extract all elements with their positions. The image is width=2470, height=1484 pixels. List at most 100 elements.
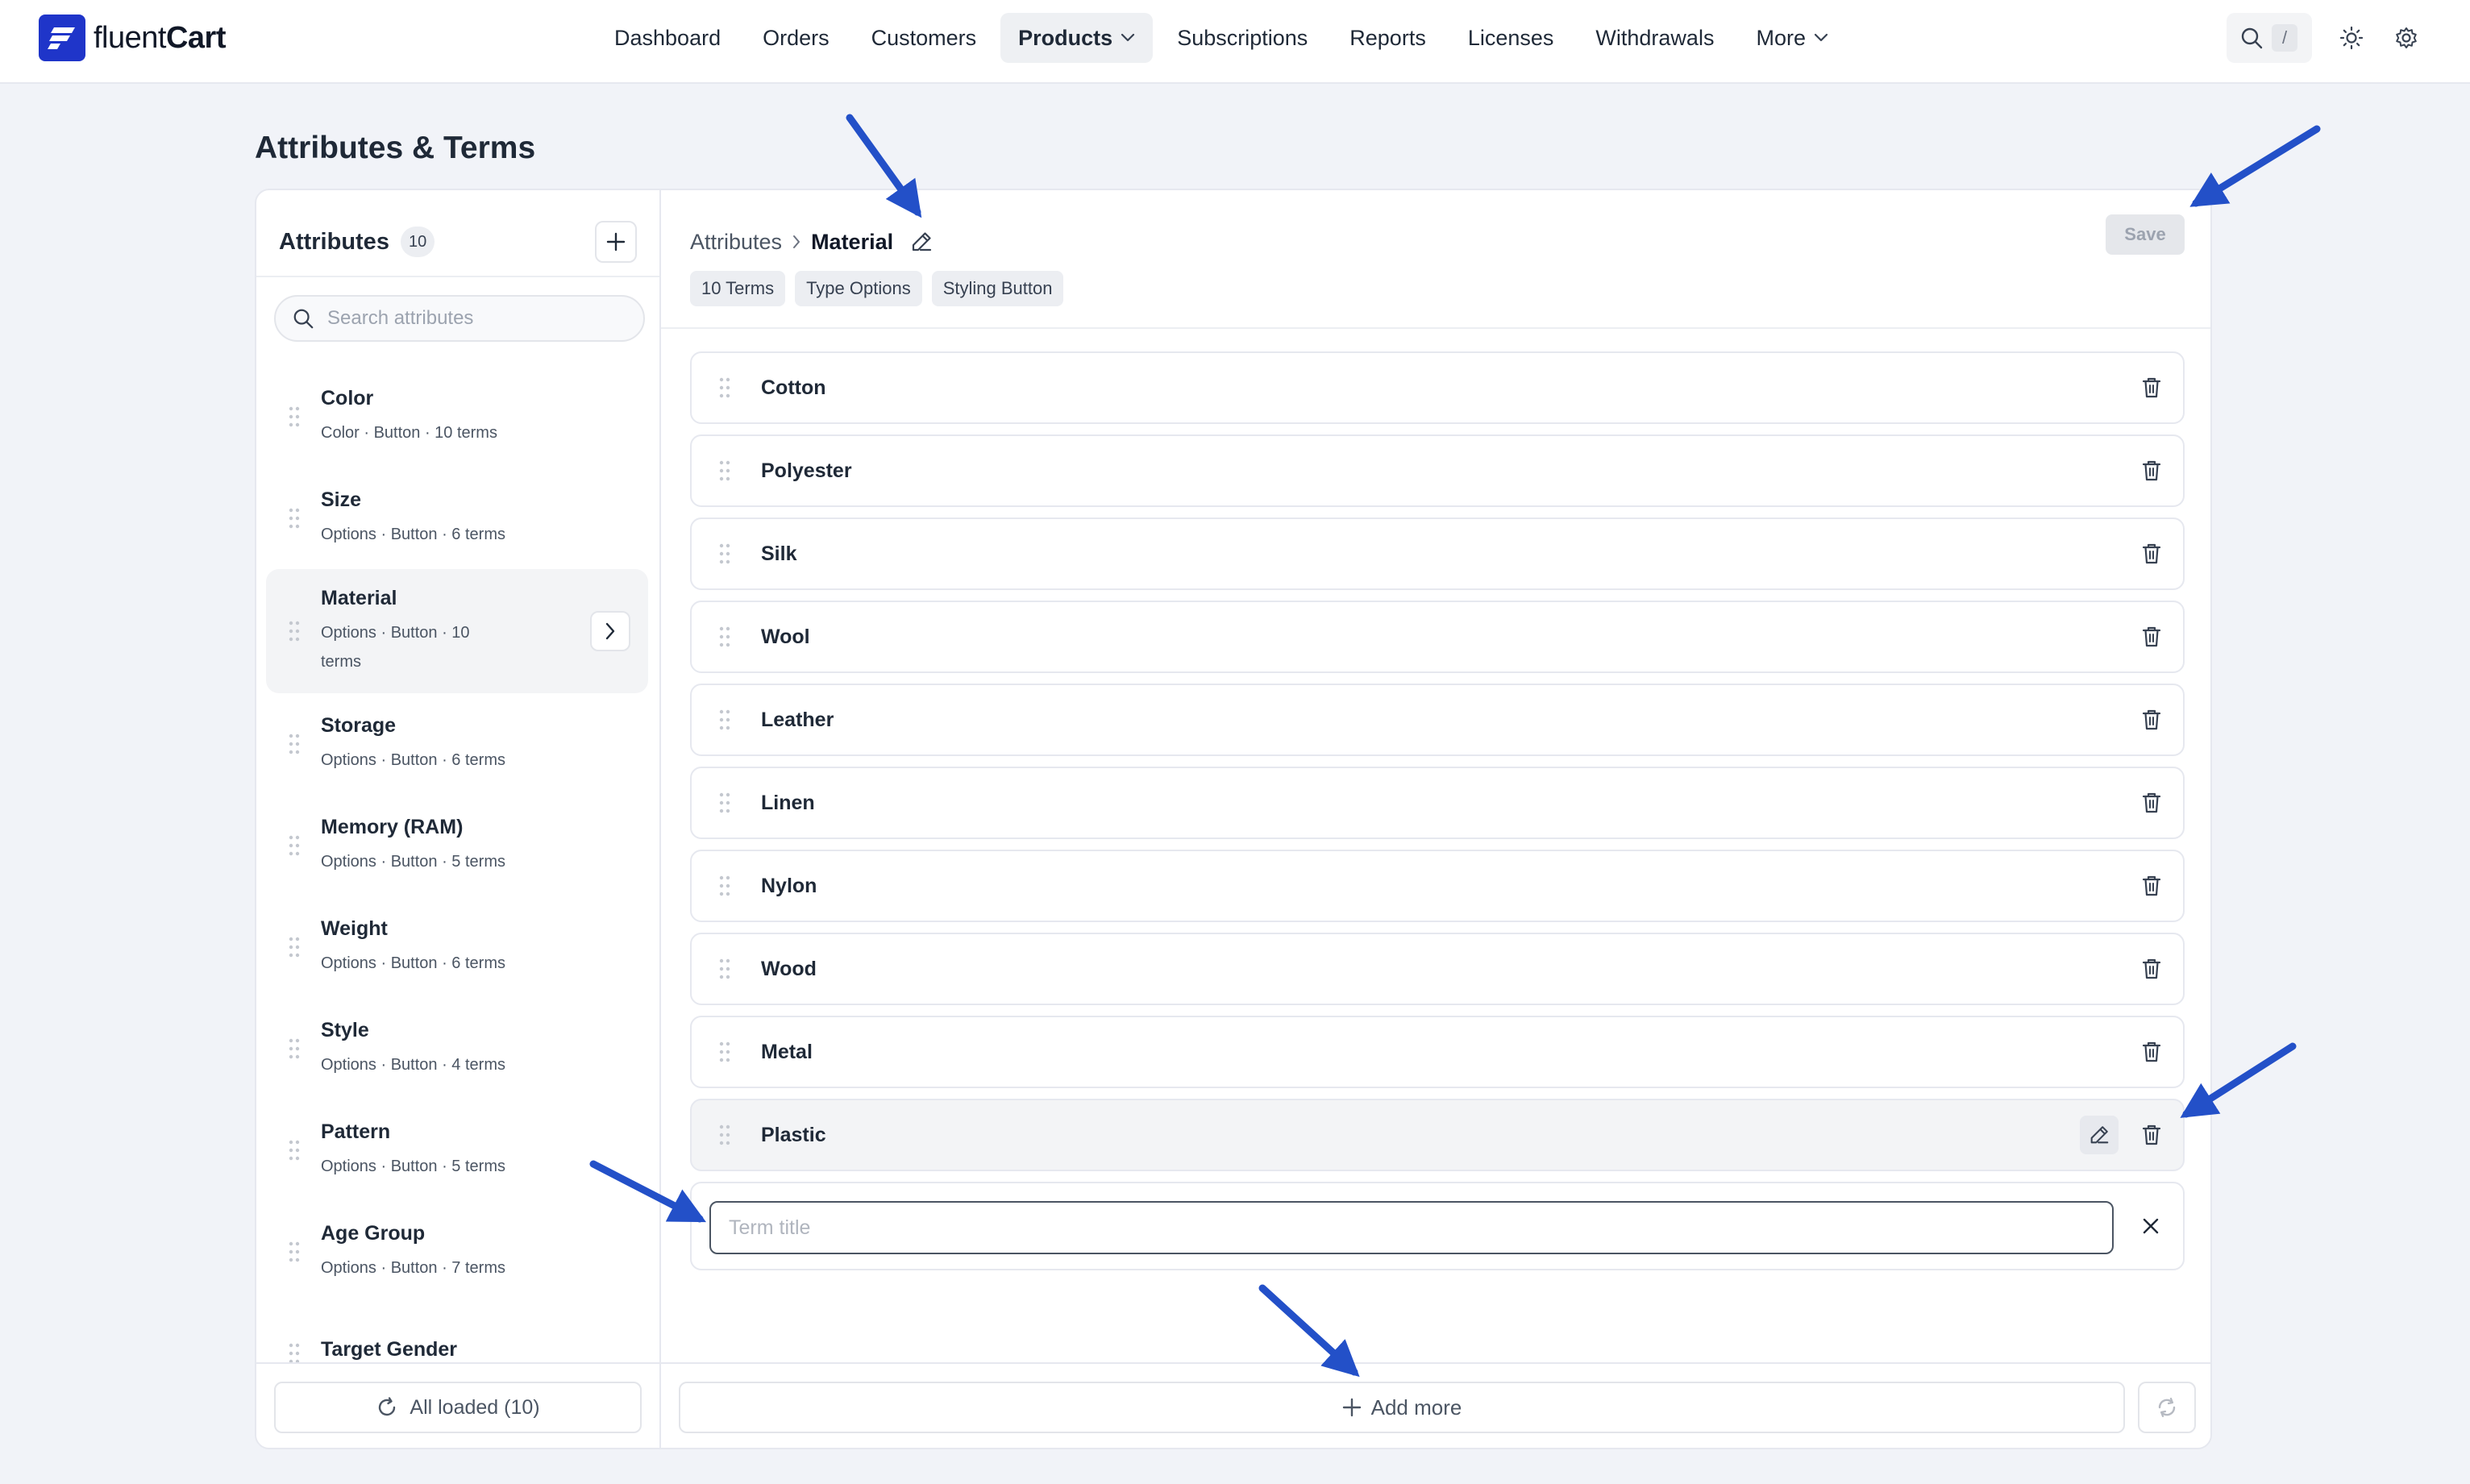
nav-more[interactable]: More — [1738, 13, 1846, 63]
refresh-icon — [376, 1396, 398, 1419]
drag-handle-icon[interactable] — [719, 460, 730, 481]
trash-icon[interactable] — [2141, 542, 2162, 565]
fluentcart-logo[interactable]: fluentCart — [39, 15, 227, 61]
refresh-button[interactable] — [2138, 1382, 2196, 1433]
attribute-item-pattern[interactable]: Pattern Options · Button · 5 terms — [266, 1099, 648, 1201]
attribute-item-weight[interactable]: Weight Options · Button · 6 terms — [266, 896, 648, 998]
attribute-chips: 10 Terms Type Options Styling Button — [690, 271, 1064, 306]
trash-icon[interactable] — [2141, 875, 2162, 897]
term-row[interactable]: Wood — [690, 933, 2185, 1005]
close-icon[interactable] — [2141, 1216, 2160, 1236]
attribute-meta: Options · Button · 10 — [321, 623, 470, 642]
nav-orders[interactable]: Orders — [745, 13, 847, 63]
attribute-detail-panel: Attributes Material Save 10 Terms Type O… — [661, 190, 2210, 1448]
drag-handle-icon[interactable] — [289, 621, 300, 642]
logo-mark-icon — [39, 15, 85, 61]
attribute-item-storage[interactable]: Storage Options · Button · 6 terms — [266, 693, 648, 795]
drag-handle-icon[interactable] — [719, 792, 730, 813]
attribute-item-style[interactable]: Style Options · Button · 4 terms — [266, 998, 648, 1099]
chevron-right-icon — [792, 234, 801, 250]
attribute-item-size[interactable]: Size Options · Button · 6 terms — [266, 468, 648, 569]
term-row[interactable]: Silk — [690, 518, 2185, 590]
search-icon — [2239, 26, 2264, 50]
drag-handle-icon[interactable] — [289, 1140, 300, 1161]
theme-toggle-button[interactable] — [2327, 13, 2376, 63]
drag-handle-icon[interactable] — [719, 709, 730, 730]
trash-icon[interactable] — [2141, 1124, 2162, 1146]
attribute-item-age-group[interactable]: Age Group Options · Button · 7 terms — [266, 1201, 648, 1303]
pencil-icon — [2090, 1126, 2109, 1144]
drag-handle-icon[interactable] — [719, 377, 730, 398]
chevron-down-icon — [1814, 33, 1828, 43]
drag-handle-icon[interactable] — [719, 1041, 730, 1062]
drag-handle-icon[interactable] — [289, 937, 300, 958]
search-placeholder: Search attributes — [327, 307, 474, 329]
term-row[interactable]: Wool — [690, 601, 2185, 673]
add-more-label: Add more — [1370, 1395, 1462, 1420]
gear-icon — [2394, 26, 2418, 50]
settings-button[interactable] — [2381, 13, 2431, 63]
terms-count-chip: 10 Terms — [690, 271, 786, 306]
save-button[interactable]: Save — [2106, 214, 2185, 255]
drag-handle-icon[interactable] — [289, 508, 300, 529]
nav-withdrawals[interactable]: Withdrawals — [1578, 13, 1732, 63]
breadcrumb-attributes-link[interactable]: Attributes — [690, 230, 782, 255]
add-attribute-button[interactable] — [595, 221, 637, 263]
global-search-button[interactable]: / — [2227, 13, 2312, 63]
term-name: Wood — [761, 957, 817, 980]
drag-handle-icon[interactable] — [719, 626, 730, 647]
drag-handle-icon[interactable] — [289, 406, 300, 427]
search-shortcut-key: / — [2272, 24, 2297, 52]
edit-term-button[interactable] — [2080, 1116, 2119, 1154]
nav-licenses[interactable]: Licenses — [1450, 13, 1572, 63]
drag-handle-icon[interactable] — [289, 1241, 300, 1262]
drag-handle-icon[interactable] — [719, 1124, 730, 1145]
term-row-hovered[interactable]: Plastic — [690, 1099, 2185, 1171]
nav-dashboard[interactable]: Dashboard — [597, 13, 738, 63]
attributes-sidebar: Attributes 10 Search attributes Color Col… — [256, 190, 661, 1448]
nav-reports[interactable]: Reports — [1332, 13, 1444, 63]
term-name: Metal — [761, 1040, 813, 1063]
drag-handle-icon[interactable] — [289, 835, 300, 856]
attribute-meta: Options · Button · 4 terms — [321, 1055, 505, 1074]
term-row[interactable]: Nylon — [690, 850, 2185, 922]
attribute-list: Color Color · Button · 10 terms Size Optio… — [266, 366, 648, 1448]
add-more-button[interactable]: Add more — [679, 1382, 2125, 1433]
attribute-meta: Options · Button · 6 terms — [321, 750, 505, 769]
drag-handle-icon[interactable] — [289, 1343, 300, 1364]
term-row[interactable]: Polyester — [690, 434, 2185, 507]
drag-handle-icon[interactable] — [289, 734, 300, 754]
sun-icon — [2339, 26, 2364, 50]
trash-icon[interactable] — [2141, 709, 2162, 731]
type-chip: Type Options — [795, 271, 922, 306]
term-name: Polyester — [761, 459, 852, 482]
trash-icon[interactable] — [2141, 376, 2162, 399]
trash-icon[interactable] — [2141, 626, 2162, 648]
attribute-item-memory[interactable]: Memory (RAM) Options · Button · 5 terms — [266, 795, 648, 896]
drag-handle-icon[interactable] — [719, 875, 730, 896]
nav-customers[interactable]: Customers — [854, 13, 995, 63]
term-row[interactable]: Linen — [690, 767, 2185, 839]
detail-footer: Add more — [661, 1362, 2210, 1448]
drag-handle-icon[interactable] — [719, 543, 730, 564]
attribute-item-material[interactable]: Material Options · Button · 10 terms — [266, 569, 648, 693]
pencil-icon — [913, 232, 932, 251]
trash-icon[interactable] — [2141, 958, 2162, 980]
trash-icon[interactable] — [2141, 792, 2162, 814]
nav-products[interactable]: Products — [1000, 13, 1154, 63]
term-row[interactable]: Cotton — [690, 351, 2185, 424]
term-title-input[interactable] — [709, 1201, 2114, 1254]
term-row[interactable]: Leather — [690, 684, 2185, 756]
drag-handle-icon[interactable] — [289, 1038, 300, 1059]
divider — [661, 327, 2210, 329]
trash-icon[interactable] — [2141, 1041, 2162, 1063]
trash-icon[interactable] — [2141, 459, 2162, 482]
attribute-item-color[interactable]: Color Color · Button · 10 terms — [266, 366, 648, 468]
attribute-search-input[interactable]: Search attributes — [274, 295, 645, 342]
term-row[interactable]: Metal — [690, 1016, 2185, 1088]
open-attribute-button[interactable] — [590, 611, 630, 651]
drag-handle-icon[interactable] — [719, 958, 730, 979]
edit-attribute-name-button[interactable] — [909, 230, 934, 254]
all-loaded-button[interactable]: All loaded (10) — [274, 1382, 642, 1433]
nav-subscriptions[interactable]: Subscriptions — [1159, 13, 1325, 63]
